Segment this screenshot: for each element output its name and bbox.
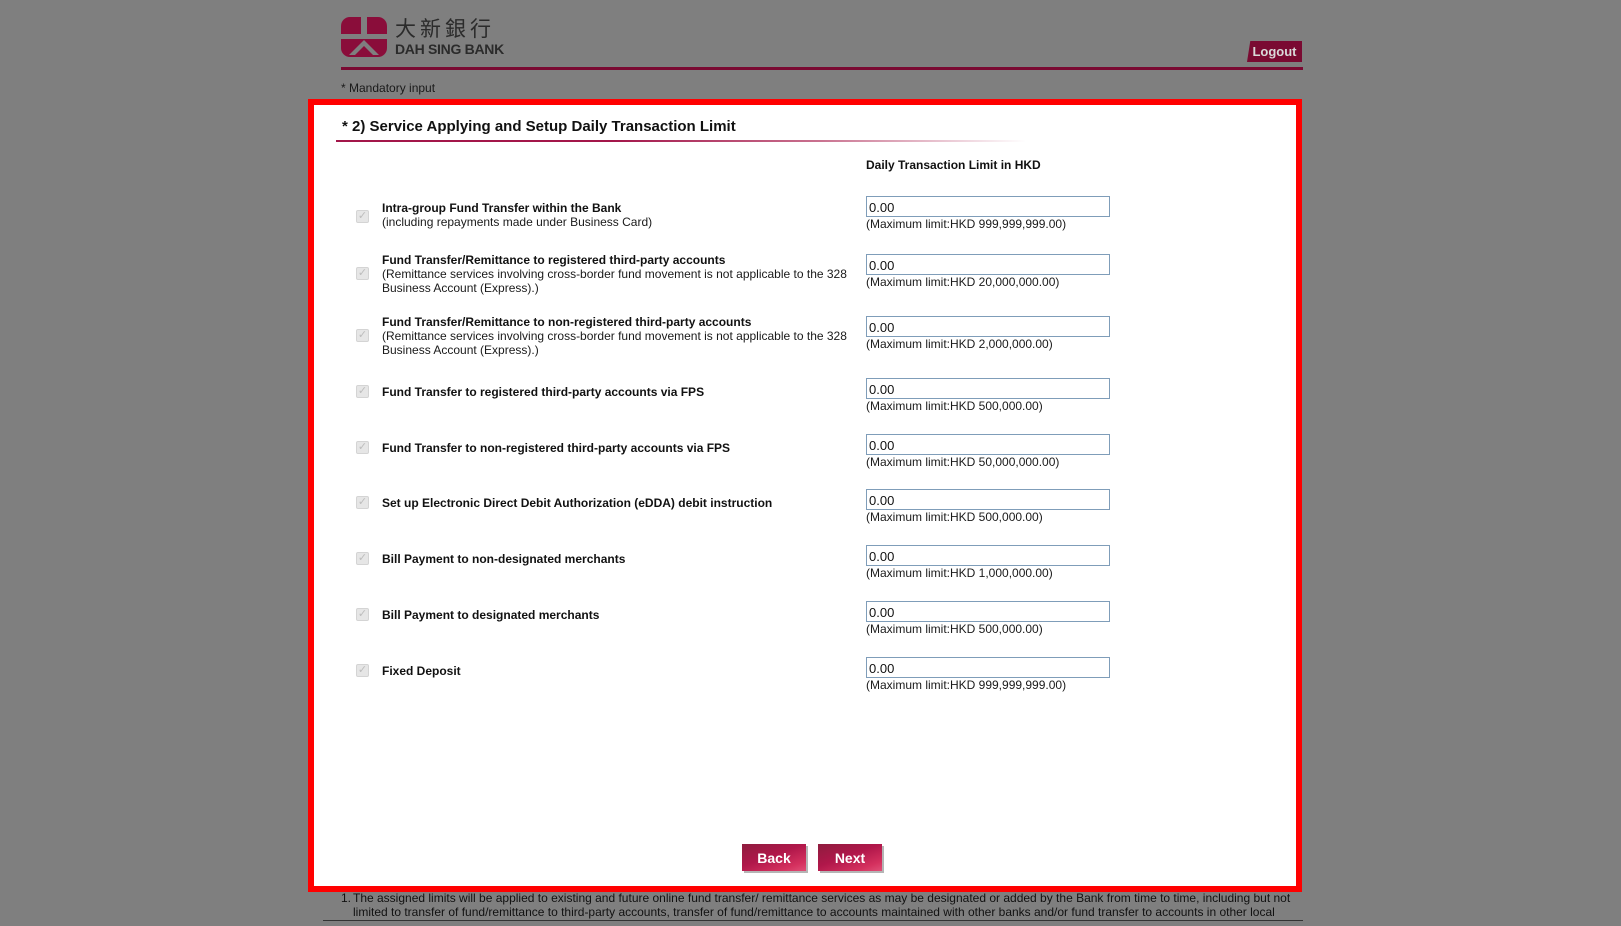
service-limit-panel: * 2) Service Applying and Setup Daily Tr…: [308, 99, 1302, 892]
section-divider: [336, 140, 1026, 142]
checkmark-icon: ✓: [357, 608, 368, 620]
max-limit-text: (Maximum limit:HKD 20,000,000.00): [866, 275, 1060, 289]
limit-amount-input[interactable]: [866, 601, 1110, 622]
max-limit-text: (Maximum limit:HKD 999,999,999.00): [866, 678, 1067, 692]
footnote-divider: [323, 920, 1303, 921]
logout-button[interactable]: Logout: [1247, 41, 1302, 62]
service-checkbox[interactable]: ✓: [356, 329, 369, 342]
checkmark-icon: ✓: [357, 496, 368, 508]
service-title: Fund Transfer to registered third-party …: [382, 385, 705, 399]
max-limit-text: (Maximum limit:HKD 1,000,000.00): [866, 566, 1053, 580]
logo-chinese-text: 大新銀行: [395, 17, 495, 41]
service-title: Bill Payment to non-designated merchants: [382, 552, 626, 566]
service-label: Fixed Deposit: [382, 664, 852, 678]
max-limit-text: (Maximum limit:HKD 50,000,000.00): [866, 455, 1060, 469]
bank-logo-icon: [341, 17, 387, 57]
service-title: Intra-group Fund Transfer within the Ban…: [382, 201, 622, 215]
mandatory-note: * Mandatory input: [341, 81, 436, 95]
limit-column-header: Daily Transaction Limit in HKD: [866, 158, 1041, 172]
header-divider: [341, 67, 1303, 70]
service-checkbox[interactable]: ✓: [356, 267, 369, 280]
service-checkbox[interactable]: ✓: [356, 664, 369, 677]
service-checkbox[interactable]: ✓: [356, 385, 369, 398]
limit-amount-input[interactable]: [866, 434, 1110, 455]
limit-amount-input[interactable]: [866, 316, 1110, 337]
page: 大新銀行 DAH SING BANK Logout * Mandatory in…: [0, 0, 1621, 926]
service-checkbox[interactable]: ✓: [356, 496, 369, 509]
limit-amount-input[interactable]: [866, 254, 1110, 275]
service-label: Bill Payment to designated merchants: [382, 608, 852, 622]
checkmark-icon: ✓: [357, 329, 368, 341]
limit-amount-input[interactable]: [866, 489, 1110, 510]
max-limit-text: (Maximum limit:HKD 999,999,999.00): [866, 217, 1067, 231]
checkmark-icon: ✓: [357, 385, 368, 397]
service-checkbox[interactable]: ✓: [356, 210, 369, 223]
service-subtitle: (Remittance services involving cross-bor…: [382, 329, 847, 357]
max-limit-text: (Maximum limit:HKD 500,000.00): [866, 510, 1043, 524]
checkmark-icon: ✓: [357, 664, 368, 676]
max-limit-text: (Maximum limit:HKD 500,000.00): [866, 622, 1043, 636]
back-button[interactable]: Back: [742, 844, 806, 871]
service-checkbox[interactable]: ✓: [356, 608, 369, 621]
service-label: Intra-group Fund Transfer within the Ban…: [382, 201, 852, 229]
service-title: Set up Electronic Direct Debit Authoriza…: [382, 496, 773, 510]
service-checkbox[interactable]: ✓: [356, 552, 369, 565]
service-checkbox[interactable]: ✓: [356, 441, 369, 454]
checkmark-icon: ✓: [357, 267, 368, 279]
service-title: Fund Transfer to non-registered third-pa…: [382, 441, 731, 455]
service-subtitle: (Remittance services involving cross-bor…: [382, 267, 847, 295]
checkmark-icon: ✓: [357, 210, 368, 222]
service-label: Fund Transfer to non-registered third-pa…: [382, 441, 852, 455]
service-title: Fund Transfer/Remittance to registered t…: [382, 253, 726, 267]
service-label: Fund Transfer to registered third-party …: [382, 385, 852, 399]
service-label: Fund Transfer/Remittance to registered t…: [382, 253, 852, 295]
limit-amount-input[interactable]: [866, 657, 1110, 678]
max-limit-text: (Maximum limit:HKD 500,000.00): [866, 399, 1043, 413]
dah-sing-bank-logo: 大新銀行 DAH SING BANK: [341, 17, 511, 59]
service-subtitle: (including repayments made under Busines…: [382, 215, 653, 229]
footnote-text: The assigned limits will be applied to e…: [353, 891, 1291, 919]
service-label: Set up Electronic Direct Debit Authoriza…: [382, 496, 852, 510]
limit-amount-input[interactable]: [866, 378, 1110, 399]
limit-amount-input[interactable]: [866, 545, 1110, 566]
service-label: Fund Transfer/Remittance to non-register…: [382, 315, 852, 357]
next-button[interactable]: Next: [818, 844, 882, 871]
limit-amount-input[interactable]: [866, 196, 1110, 217]
section-title: * 2) Service Applying and Setup Daily Tr…: [342, 118, 736, 135]
checkmark-icon: ✓: [357, 441, 368, 453]
service-title: Fixed Deposit: [382, 664, 461, 678]
checkmark-icon: ✓: [357, 552, 368, 564]
max-limit-text: (Maximum limit:HKD 2,000,000.00): [866, 337, 1053, 351]
service-title: Fund Transfer/Remittance to non-register…: [382, 315, 752, 329]
footnote-number: 1.: [341, 891, 352, 905]
service-title: Bill Payment to designated merchants: [382, 608, 600, 622]
service-label: Bill Payment to non-designated merchants: [382, 552, 852, 566]
logo-english-text: DAH SING BANK: [395, 41, 504, 57]
